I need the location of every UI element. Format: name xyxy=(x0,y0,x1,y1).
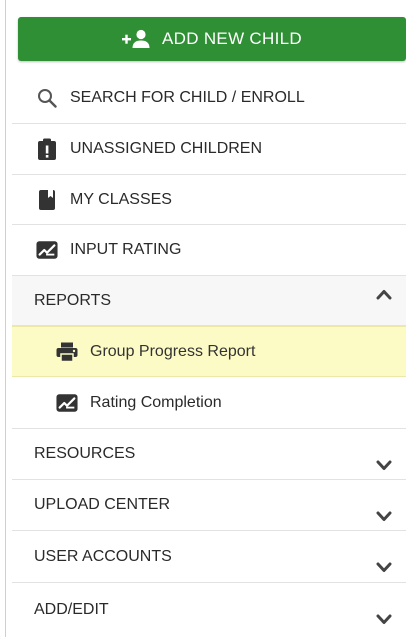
chevron-up-icon[interactable] xyxy=(376,286,392,302)
search-icon xyxy=(36,87,58,109)
chevron-down-icon[interactable] xyxy=(376,559,392,575)
navigation-sidebar: ADD NEW CHILD SEARCH FOR CHILD / ENROLL … xyxy=(5,0,406,637)
submenu-item-rating-completion[interactable]: Rating Completion xyxy=(12,377,406,429)
add-new-child-label: ADD NEW CHILD xyxy=(162,29,302,48)
rating-edit-icon xyxy=(56,392,78,414)
menu-item-label: UNASSIGNED CHILDREN xyxy=(70,140,263,157)
add-new-child-button[interactable]: ADD NEW CHILD xyxy=(18,17,406,61)
submenu-item-label: Group Progress Report xyxy=(90,342,256,360)
printer-icon xyxy=(56,341,78,363)
submenu-item-group-progress-report[interactable]: Group Progress Report xyxy=(12,326,406,377)
add-person-icon xyxy=(122,29,152,49)
section-label: ADD/EDIT xyxy=(34,601,109,618)
menu-item-unassigned-children[interactable]: UNASSIGNED CHILDREN xyxy=(12,124,406,175)
section-label: USER ACCOUNTS xyxy=(34,547,172,565)
chevron-down-icon[interactable] xyxy=(376,508,392,524)
menu-section-upload-center[interactable]: UPLOAD CENTER xyxy=(12,480,406,531)
menu-section-reports[interactable]: REPORTS xyxy=(12,276,406,326)
menu-item-label: INPUT RATING xyxy=(70,241,182,258)
menu-item-input-rating[interactable]: INPUT RATING xyxy=(12,225,406,276)
menu-item-label: MY CLASSES xyxy=(70,190,172,208)
menu-item-search-for-child[interactable]: SEARCH FOR CHILD / ENROLL xyxy=(12,72,406,124)
chevron-down-icon[interactable] xyxy=(376,457,392,473)
menu-item-my-classes[interactable]: MY CLASSES xyxy=(12,175,406,225)
section-label: REPORTS xyxy=(34,291,112,309)
menu-item-label: SEARCH FOR CHILD / ENROLL xyxy=(70,88,305,106)
menu-section-resources[interactable]: RESOURCES xyxy=(12,429,406,480)
menu-section-user-accounts[interactable]: USER ACCOUNTS xyxy=(12,531,406,583)
book-icon xyxy=(36,189,58,211)
chevron-down-icon[interactable] xyxy=(376,611,392,627)
section-label: UPLOAD CENTER xyxy=(34,496,171,513)
menu-section-add-edit[interactable]: ADD/EDIT xyxy=(12,583,406,637)
section-label: RESOURCES xyxy=(34,445,136,462)
submenu-item-label: Rating Completion xyxy=(90,393,222,411)
rating-edit-icon xyxy=(36,239,58,261)
clipboard-alert-icon xyxy=(36,138,58,160)
